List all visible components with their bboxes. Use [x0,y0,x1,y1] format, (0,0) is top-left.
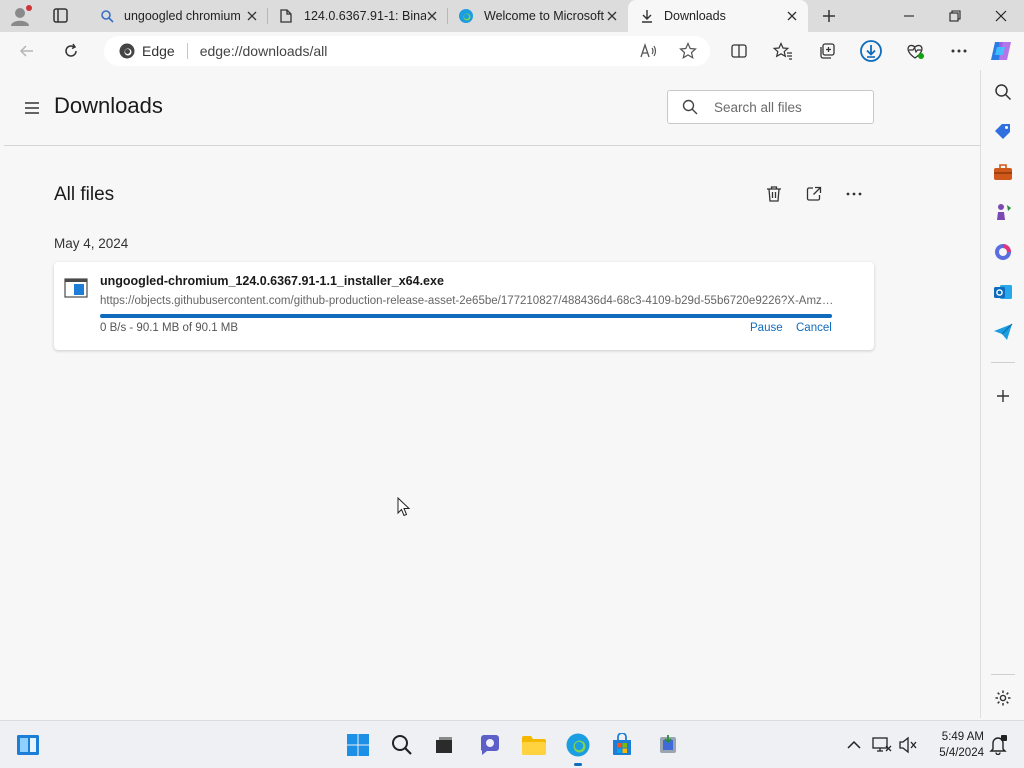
search-icon [682,99,698,115]
download-progress-fill [100,314,832,318]
tab-welcome-edge[interactable]: Welcome to Microsoft Edge [448,0,628,32]
clock-date: 5/4/2024 [939,747,984,759]
favorite-star-icon[interactable] [676,40,700,62]
windows-start-icon[interactable] [344,731,372,759]
downloads-toolbar-icon[interactable] [856,36,886,66]
mouse-cursor-icon [397,496,411,517]
back-button[interactable] [12,36,42,66]
microsoft-365-icon[interactable] [991,240,1015,264]
network-icon[interactable] [870,731,894,759]
download-item[interactable]: ungoogled-chromium_124.0.6367.91-1.1_ins… [54,262,874,350]
tab-binaries[interactable]: 124.0.6367.91-1: Binaries [268,0,448,32]
cancel-button[interactable]: Cancel [796,322,832,334]
open-folder-icon[interactable] [802,182,826,206]
close-icon[interactable] [604,8,620,24]
section-title: All files [54,184,115,205]
hamburger-menu-icon[interactable] [22,98,42,118]
task-view-icon[interactable] [430,731,458,759]
tab-downloads[interactable]: Downloads [628,0,808,32]
close-icon[interactable] [424,8,440,24]
search-icon[interactable] [991,80,1015,104]
tools-briefcase-icon[interactable] [991,160,1015,184]
edge-logo-icon [118,42,136,60]
outlook-icon[interactable] [991,280,1015,304]
shopping-tag-icon[interactable] [991,120,1015,144]
sidebar-settings-icon[interactable] [991,686,1015,710]
url-text[interactable]: edge://downloads/all [200,43,328,59]
search-box[interactable] [667,90,874,124]
close-icon[interactable] [244,8,260,24]
active-app-indicator [574,763,582,766]
downloads-page: Downloads All files May 4, 2024 ungoogle… [4,70,980,718]
site-label: Edge [142,43,175,59]
restore-button[interactable] [932,0,978,32]
show-hidden-icons-icon[interactable] [840,731,868,759]
chat-icon[interactable] [476,731,504,759]
header-divider [4,145,980,146]
add-sidebar-app-icon[interactable] [991,384,1015,408]
copilot-icon[interactable] [986,36,1016,66]
edge-sidebar [980,70,1024,718]
edge-logo-icon [458,8,474,24]
performance-icon[interactable] [900,36,930,66]
download-icon [640,9,654,23]
tab-title: Welcome to Microsoft Edge [484,9,606,23]
date-group-label: May 4, 2024 [54,236,129,251]
download-progress-bar [100,314,832,318]
microsoft-store-icon[interactable] [608,731,636,759]
installer-file-icon [64,278,88,298]
search-icon [100,9,114,23]
installer-app-icon[interactable] [654,731,682,759]
windows-taskbar: 5:49 AM 5/4/2024 [0,720,1024,768]
site-identity[interactable]: Edge [118,42,175,60]
games-chess-icon[interactable] [991,200,1015,224]
new-tab-button[interactable] [816,4,842,28]
file-name[interactable]: ungoogled-chromium_124.0.6367.91-1.1_ins… [100,274,444,288]
file-url: https://objects.githubusercontent.com/gi… [100,295,834,307]
more-actions-icon[interactable] [842,182,866,206]
tab-title: 124.0.6367.91-1: Binaries [304,9,426,23]
document-icon [280,9,294,23]
minimize-button[interactable] [886,0,932,32]
taskbar-search-icon[interactable] [388,731,416,759]
sidebar-divider [991,362,1015,363]
tab-title: Downloads [664,9,726,23]
widgets-icon[interactable] [14,731,42,759]
address-divider [186,43,188,59]
tab-strip: ungoogled chromium 124.0.6367.91-1: Bina… [0,0,1024,32]
more-options-icon[interactable] [944,36,974,66]
volume-muted-icon[interactable] [896,731,920,759]
edge-taskbar-icon[interactable] [564,731,592,759]
notification-bell-icon[interactable] [986,731,1010,759]
split-screen-icon[interactable] [724,36,754,66]
download-status: 0 B/s - 90.1 MB of 90.1 MB [100,322,239,334]
tab-actions-icon[interactable] [44,4,76,28]
favorites-icon[interactable] [768,36,798,66]
browser-toolbar: Edge edge://downloads/all [0,32,1024,70]
system-clock[interactable]: 5:49 AM 5/4/2024 [922,729,984,761]
close-icon[interactable] [784,8,800,24]
sidebar-divider [991,674,1015,675]
address-bar[interactable]: Edge edge://downloads/all [104,36,710,66]
search-input[interactable] [714,99,864,115]
refresh-button[interactable] [56,36,86,66]
tab-ungoogled-chromium[interactable]: ungoogled chromium [88,0,268,32]
page-title: Downloads [54,93,163,118]
file-explorer-icon[interactable] [520,731,548,759]
clock-time: 5:49 AM [941,731,984,743]
delete-all-icon[interactable] [762,182,786,206]
collections-icon[interactable] [812,36,842,66]
drop-send-icon[interactable] [991,320,1015,344]
read-aloud-icon[interactable] [636,40,660,62]
profile-avatar-icon[interactable] [8,4,34,28]
tab-title: ungoogled chromium [124,9,241,23]
pause-button[interactable]: Pause [750,322,783,334]
close-window-button[interactable] [978,0,1024,32]
